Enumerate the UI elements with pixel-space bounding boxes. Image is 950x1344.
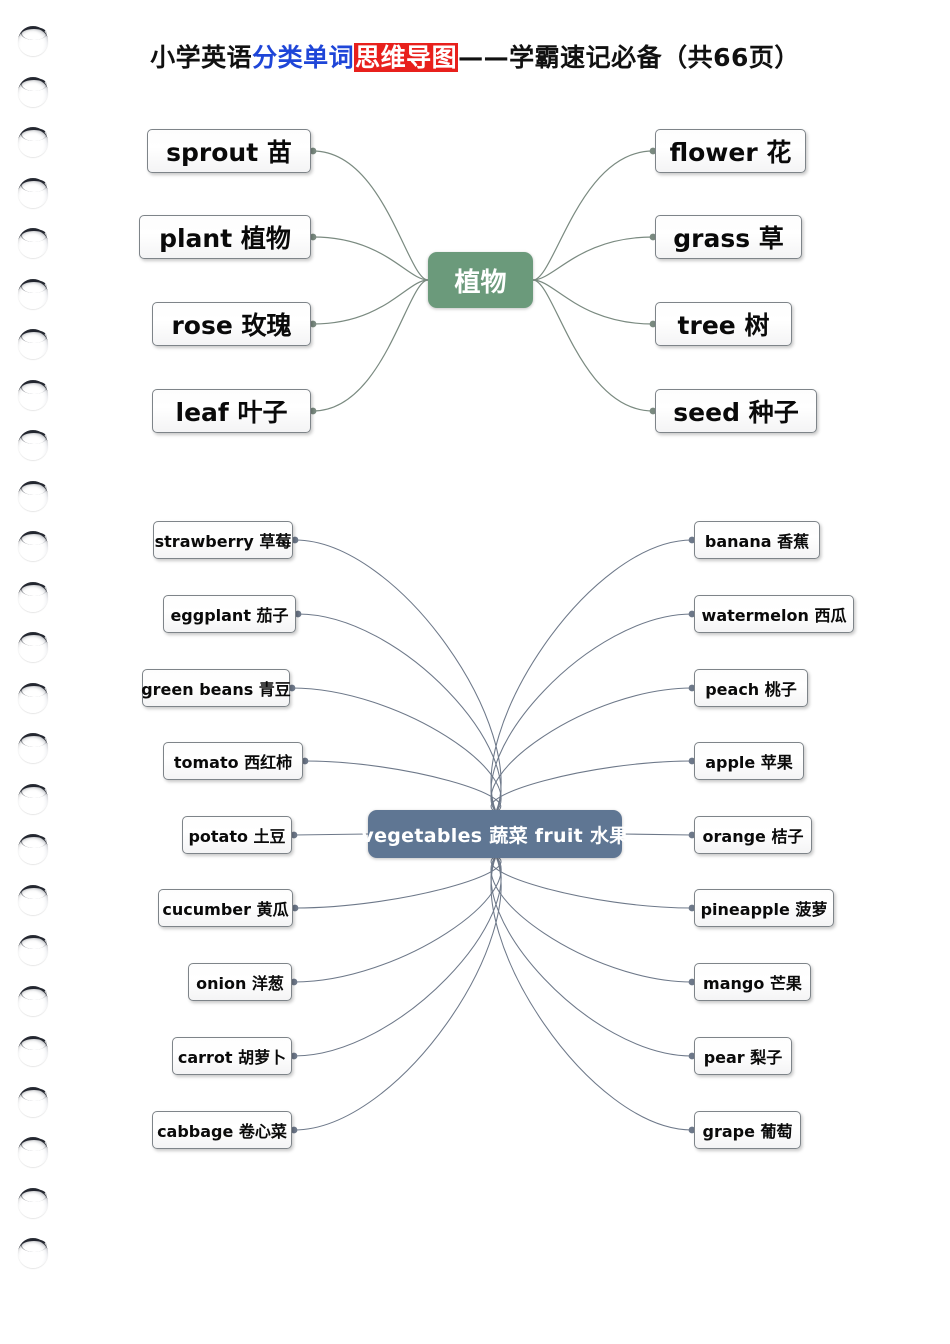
fruit-node-2[interactable]: peach 桃子 xyxy=(694,669,808,707)
binding-ring xyxy=(18,1238,48,1268)
hub-vegetables-fruit[interactable]: vegetables 蔬菜 fruit 水果 xyxy=(361,810,628,858)
binding-ring xyxy=(18,177,48,208)
connector-path xyxy=(490,855,693,909)
binding-ring xyxy=(18,379,48,410)
connector-path xyxy=(312,279,429,412)
plant-right-node-2[interactable]: tree 树 xyxy=(655,302,792,346)
vegetable-node-0[interactable]: strawberry 草莓 xyxy=(153,521,293,559)
fruit-node-0[interactable]: banana 香蕉 xyxy=(694,521,820,559)
vegetable-node-5[interactable]: cucumber 黄瓜 xyxy=(158,889,293,927)
binding-ring xyxy=(18,1086,48,1117)
connector-path xyxy=(294,539,502,813)
connector-path xyxy=(293,855,502,1131)
page-title: 小学英语分类单词思维导图——学霸速记必备（共66页） xyxy=(0,38,950,74)
fruit-node-5[interactable]: pineapple 菠萝 xyxy=(694,889,834,927)
vegetable-node-2[interactable]: green beans 青豆 xyxy=(141,669,291,707)
connector-path xyxy=(490,855,693,1057)
binding-ring xyxy=(18,480,48,511)
connector-path xyxy=(532,236,654,281)
binding-ring xyxy=(18,1187,48,1218)
fruit-node-4[interactable]: orange 桔子 xyxy=(694,816,812,854)
connector-path xyxy=(291,687,502,813)
plant-left-node-0[interactable]: sprout 苗 xyxy=(147,129,311,173)
hub-plant[interactable]: 植物 xyxy=(428,252,533,308)
connector-path xyxy=(490,539,693,813)
plant-left-node-3[interactable]: leaf 叶子 xyxy=(152,389,311,433)
binding-ring xyxy=(18,733,48,763)
plant-right-node-3[interactable]: seed 种子 xyxy=(655,389,817,433)
connector-path xyxy=(490,687,693,813)
connector-path xyxy=(293,855,502,1057)
binding-ring xyxy=(18,278,48,309)
title-segment-3: ——学霸速记必备（共66页） xyxy=(458,43,800,72)
notebook-page: 小学英语分类单词思维导图——学霸速记必备（共66页） sprout 苗 plant… xyxy=(0,0,950,1344)
plant-right-node-0[interactable]: flower 花 xyxy=(655,129,806,173)
binding-ring xyxy=(18,985,48,1016)
binding-ring xyxy=(18,1036,48,1066)
vegetable-node-7[interactable]: carrot 胡萝卜 xyxy=(172,1037,292,1075)
connector-path xyxy=(293,833,369,836)
fruit-node-7[interactable]: pear 梨子 xyxy=(694,1037,792,1075)
binding-ring xyxy=(18,76,48,107)
fruit-node-8[interactable]: grape 葡萄 xyxy=(694,1111,801,1149)
plant-left-node-2[interactable]: rose 玫瑰 xyxy=(152,302,311,346)
vegetable-node-6[interactable]: onion 洋葱 xyxy=(188,963,292,1001)
connector-path xyxy=(293,855,502,983)
vegetable-node-3[interactable]: tomato 西红柿 xyxy=(163,742,303,780)
connector-path xyxy=(304,760,502,813)
binding-ring xyxy=(18,531,48,561)
plant-right-node-1[interactable]: grass 草 xyxy=(655,215,802,259)
vegetable-node-8[interactable]: cabbage 卷心菜 xyxy=(152,1111,292,1149)
vegetable-node-1[interactable]: eggplant 茄子 xyxy=(163,595,296,633)
fruit-node-6[interactable]: mango 芒果 xyxy=(694,963,811,1001)
binding-ring xyxy=(18,935,48,965)
connector-path xyxy=(532,279,654,412)
binding-ring xyxy=(18,783,48,814)
plant-left-node-1[interactable]: plant 植物 xyxy=(139,215,311,259)
binding-ring xyxy=(18,632,48,662)
connector-path xyxy=(532,150,654,281)
connector-path xyxy=(532,279,654,325)
connector-path xyxy=(490,613,693,813)
connector-path xyxy=(490,855,693,983)
fruit-node-1[interactable]: watermelon 西瓜 xyxy=(694,595,854,633)
connector-path xyxy=(621,833,693,836)
binding-ring xyxy=(18,581,48,612)
connector-path xyxy=(312,279,429,325)
binding-ring xyxy=(18,329,48,359)
spiral-binding xyxy=(0,0,70,1344)
binding-ring xyxy=(18,430,48,460)
vegetable-node-4[interactable]: potato 土豆 xyxy=(182,816,292,854)
connector-path xyxy=(490,760,693,813)
binding-ring xyxy=(18,834,48,864)
binding-ring xyxy=(18,884,48,915)
connector-path xyxy=(312,236,429,281)
connector-path xyxy=(294,855,502,909)
connector-path xyxy=(490,855,693,1131)
title-segment-2: 思维导图 xyxy=(354,43,459,72)
binding-ring xyxy=(18,682,48,713)
connector-path xyxy=(297,613,502,813)
fruit-node-3[interactable]: apple 苹果 xyxy=(694,742,804,780)
binding-ring xyxy=(18,1137,48,1167)
connector-path xyxy=(312,150,429,281)
title-segment-0: 小学英语 xyxy=(150,43,253,72)
title-segment-1: 分类单词 xyxy=(252,43,355,72)
binding-ring xyxy=(18,127,48,157)
binding-ring xyxy=(18,228,48,258)
